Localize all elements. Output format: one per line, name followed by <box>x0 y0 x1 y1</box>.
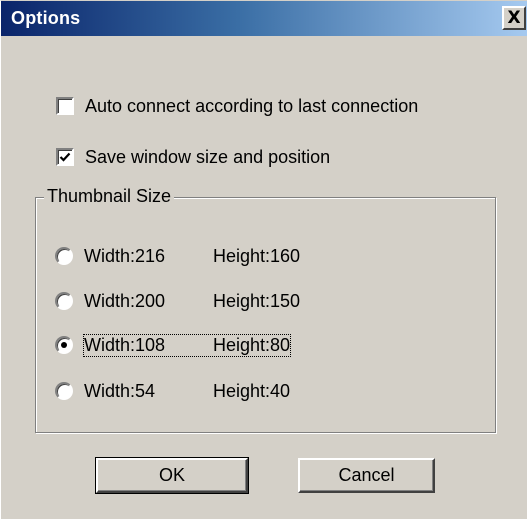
thumbnail-option-200[interactable]: Width:200 Height:150 <box>55 288 300 314</box>
close-button[interactable]: X <box>502 6 526 30</box>
save-window-checkbox[interactable] <box>56 148 74 166</box>
thumbnail-radio-200[interactable] <box>55 292 73 310</box>
checkmark-icon <box>59 152 71 162</box>
thumbnail-width-label: Width:200 <box>84 290 166 311</box>
focus-rectangle: Width:108 Height:80 <box>82 333 292 357</box>
cancel-button[interactable]: Cancel <box>298 458 435 493</box>
thumbnail-option-108[interactable]: Width:108 Height:80 <box>55 332 292 358</box>
ok-button-label: OK <box>158 465 185 485</box>
thumbnail-width-label: Width:54 <box>84 380 156 401</box>
ok-button[interactable]: OK <box>95 457 249 494</box>
thumbnail-width-label: Width:108 <box>84 334 166 355</box>
dialog-title: Options <box>11 8 81 28</box>
thumbnail-height-label: Height:160 <box>213 245 301 266</box>
auto-connect-label: Auto connect according to last connectio… <box>85 95 419 116</box>
title-bar[interactable]: Options <box>1 1 527 36</box>
thumbnail-option-216[interactable]: Width:216 Height:160 <box>55 243 300 269</box>
radio-selected-dot <box>61 342 67 348</box>
thumbnail-height-label: Height:80 <box>213 334 291 355</box>
auto-connect-checkbox[interactable] <box>56 97 74 115</box>
thumbnail-radio-216[interactable] <box>55 247 73 265</box>
auto-connect-option[interactable]: Auto connect according to last connectio… <box>56 93 418 119</box>
save-window-option[interactable]: Save window size and position <box>56 144 330 170</box>
thumbnail-height-label: Height:150 <box>213 290 301 311</box>
thumbnail-radio-54[interactable] <box>55 382 73 400</box>
thumbnail-height-label: Height:40 <box>213 380 291 401</box>
thumbnail-size-legend: Thumbnail Size <box>44 186 175 207</box>
options-dialog: Options X Auto connect according to last… <box>0 0 527 519</box>
close-icon: X <box>507 7 521 28</box>
thumbnail-radio-108[interactable] <box>55 336 73 354</box>
save-window-label: Save window size and position <box>85 146 331 167</box>
thumbnail-width-label: Width:216 <box>84 245 166 266</box>
thumbnail-option-54[interactable]: Width:54 Height:40 <box>55 378 290 404</box>
cancel-button-label: Cancel <box>338 465 395 485</box>
